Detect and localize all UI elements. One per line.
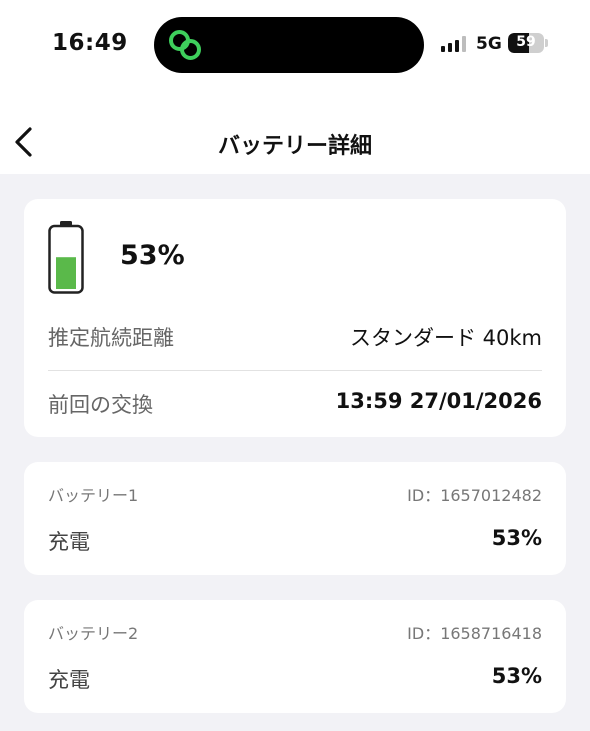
dynamic-island[interactable] — [154, 17, 424, 73]
link-icon — [169, 30, 201, 60]
charge-value: 53% — [491, 664, 542, 688]
battery-name: バッテリー1 — [48, 486, 139, 505]
battery-level-fill — [56, 257, 76, 289]
battery-summary-card: 53% 推定航続距離 スタンダード 40km 前回の交換 13:59 27/01… — [24, 199, 566, 437]
battery-name: バッテリー2 — [48, 624, 139, 643]
range-value: スタンダード 40km — [349, 326, 542, 350]
status-battery-level: 59 — [516, 34, 536, 50]
last-swap-value: 13:59 27/01/2026 — [335, 389, 542, 413]
status-battery-icon: 59 — [508, 33, 544, 53]
signal-icon — [441, 36, 467, 52]
network-type: 5G — [476, 34, 502, 54]
battery-card-1[interactable]: バッテリー1 ID：1657012482 充電 53% — [24, 462, 566, 575]
battery-icon — [48, 221, 84, 294]
battery-percent: 53% — [120, 240, 185, 271]
battery-id: ID：1658716418 — [407, 624, 542, 643]
status-battery-nub — [545, 39, 548, 47]
battery-id: ID：1657012482 — [407, 486, 542, 505]
page-title: バッテリー詳細 — [217, 134, 372, 159]
battery-card-2[interactable]: バッテリー2 ID：1658716418 充電 53% — [24, 600, 566, 713]
divider — [48, 370, 542, 371]
charge-label: 充電 — [48, 668, 90, 692]
charge-label: 充電 — [48, 530, 90, 554]
status-time: 16:49 — [52, 30, 128, 56]
charge-value: 53% — [491, 526, 542, 550]
range-label: 推定航続距離 — [48, 326, 174, 350]
last-swap-label: 前回の交換 — [48, 393, 153, 417]
